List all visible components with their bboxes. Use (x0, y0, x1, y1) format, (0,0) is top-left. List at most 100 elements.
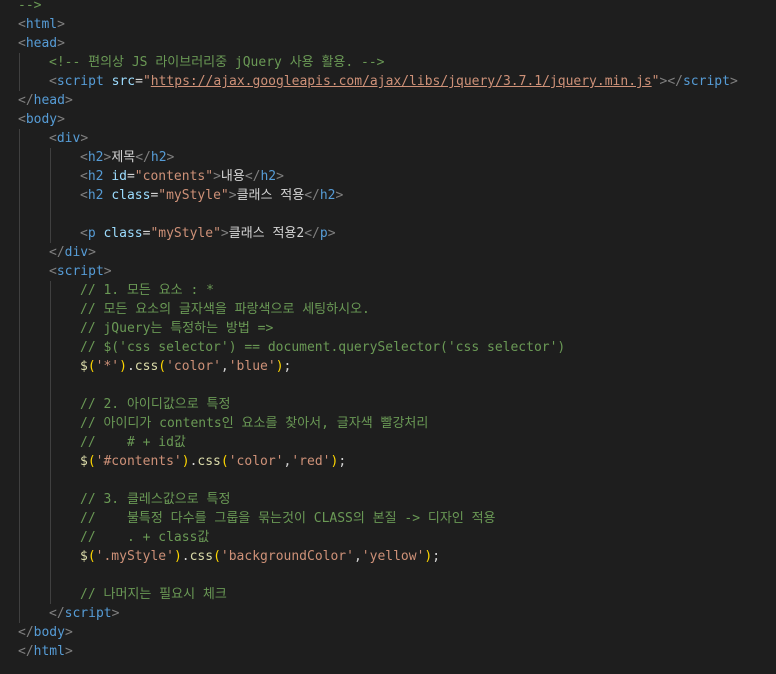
code-token: head (25, 36, 58, 51)
code-line: </script> (49, 604, 119, 623)
indent-guide (50, 281, 51, 604)
code-token: > (220, 226, 229, 241)
code-token: > (111, 606, 120, 621)
code-token: , (220, 359, 229, 374)
code-line: // 아이디가 contents인 요소를 찾아서, 글자색 빨강처리 (80, 414, 428, 433)
code-token: // 나머지는 필요시 체크 (80, 587, 227, 602)
code-token: < (80, 150, 88, 165)
code-token: < (49, 131, 57, 146)
code-line: </body> (18, 623, 73, 642)
code-token: // 아이디가 contents인 요소를 찾아서, 글자색 빨강처리 (80, 416, 429, 431)
code-token: // 3. 클레스값으로 특정 (80, 492, 231, 507)
code-token: 내용 (220, 169, 245, 184)
code-token: , (353, 549, 362, 564)
code-token: script (56, 264, 104, 279)
code-token: </ (18, 644, 34, 659)
code-token: > (327, 226, 336, 241)
code-token: // jQuery는 특정하는 방법 => (80, 321, 274, 336)
code-token: script (64, 606, 112, 621)
code-token: " (142, 74, 151, 89)
code-token: script (682, 74, 730, 89)
code-line: <h2>제목</h2> (80, 148, 174, 167)
code-line: $('.myStyle').css('backgroundColor','yel… (80, 547, 440, 566)
code-line: </head> (18, 91, 73, 110)
code-token: > (335, 188, 344, 203)
code-token: < (80, 188, 88, 203)
code-token: </ (49, 606, 65, 621)
code-token: > (80, 131, 89, 146)
code-token: = (126, 169, 135, 184)
code-token: // 1. 모든 요소 : * (80, 283, 214, 298)
code-token: // . + class값 (80, 530, 210, 545)
code-token: $ (80, 549, 88, 564)
code-token: < (49, 74, 57, 89)
code-token: html (25, 17, 58, 32)
code-line: // 1. 모든 요소 : * (80, 281, 214, 300)
code-token: html (33, 644, 65, 659)
code-token: $ (80, 359, 88, 374)
code-token: < (18, 36, 26, 51)
code-token: " (651, 74, 660, 89)
code-line: <script src="https://ajax.googleapis.com… (49, 72, 738, 91)
code-token: 'color' (228, 454, 284, 469)
code-line: // # + id값 (80, 433, 186, 452)
code-token: h2 (150, 150, 167, 165)
code-line: // 불특정 다수를 그룹을 묶는것이 CLASS의 본질 -> 디자인 적용 (80, 509, 496, 528)
code-line: <html> (18, 15, 65, 34)
code-token: // 모든 요소의 글자색을 파랑색으로 세팅하시오. (80, 302, 370, 317)
code-token: body (33, 625, 65, 640)
code-token: 제목 (111, 150, 136, 165)
code-line: // 나머지는 필요시 체크 (80, 585, 227, 604)
code-token: </ (304, 226, 320, 241)
code-line: <div> (49, 129, 88, 148)
code-line: --> (18, 0, 41, 15)
code-token: h2 (87, 169, 104, 184)
indent-guide (50, 148, 51, 243)
code-token: class (103, 226, 143, 241)
code-token: ( (158, 359, 167, 374)
code-token: id (111, 169, 127, 184)
code-token: // 2. 아이디값으로 특정 (80, 397, 231, 412)
code-token: </ (135, 150, 151, 165)
code-line: <h2 class="myStyle">클래스 적용</h2> (80, 186, 343, 205)
indent-guide (19, 53, 20, 91)
code-token: div (56, 131, 81, 146)
code-token: 'color' (166, 359, 221, 374)
code-token: </ (304, 188, 320, 203)
code-token: h2 (260, 169, 277, 184)
code-token: "myStyle" (150, 226, 221, 241)
code-token: ; (283, 359, 292, 374)
code-token: p (87, 226, 96, 241)
code-line: <script> (49, 262, 112, 281)
code-token: css (189, 549, 214, 564)
code-token: https://ajax.googleapis.com/ajax/libs/jq… (150, 74, 652, 89)
code-line: // . + class값 (80, 528, 209, 547)
code-token: head (33, 93, 65, 108)
code-token: > (228, 188, 237, 203)
code-token: // 불특정 다수를 그룹을 묶는것이 CLASS의 본질 -> 디자인 적용 (80, 511, 496, 526)
code-token: < (80, 169, 88, 184)
code-token: ( (87, 359, 96, 374)
code-line: // $('css selector') == document.querySe… (80, 338, 565, 357)
code-token: script (56, 74, 104, 89)
code-token: > (64, 93, 73, 108)
code-token: ( (87, 454, 96, 469)
code-line: <head> (18, 34, 65, 53)
code-token: div (64, 245, 89, 260)
code-token: ; (432, 549, 441, 564)
code-token: // $('css selector') == document.querySe… (80, 340, 566, 355)
code-line: <h2 id="contents">내용</h2> (80, 167, 284, 186)
code-token: ( (87, 549, 96, 564)
code-line: $('*').css('color','blue'); (80, 357, 291, 376)
code-token: </ (244, 169, 261, 184)
code-editor[interactable]: --> <html> <head> <!-- 편의상 JS 라이브러리중 jQuery… (0, 0, 776, 674)
code-token: $ (80, 454, 88, 469)
code-line: </html> (18, 642, 73, 661)
code-token: ( (213, 549, 221, 564)
code-token: '#contents' (95, 454, 182, 469)
code-token: --> (18, 0, 42, 13)
code-token: 'backgroundColor' (220, 549, 354, 564)
code-token: 'red' (291, 454, 331, 469)
code-token: . (181, 549, 190, 564)
